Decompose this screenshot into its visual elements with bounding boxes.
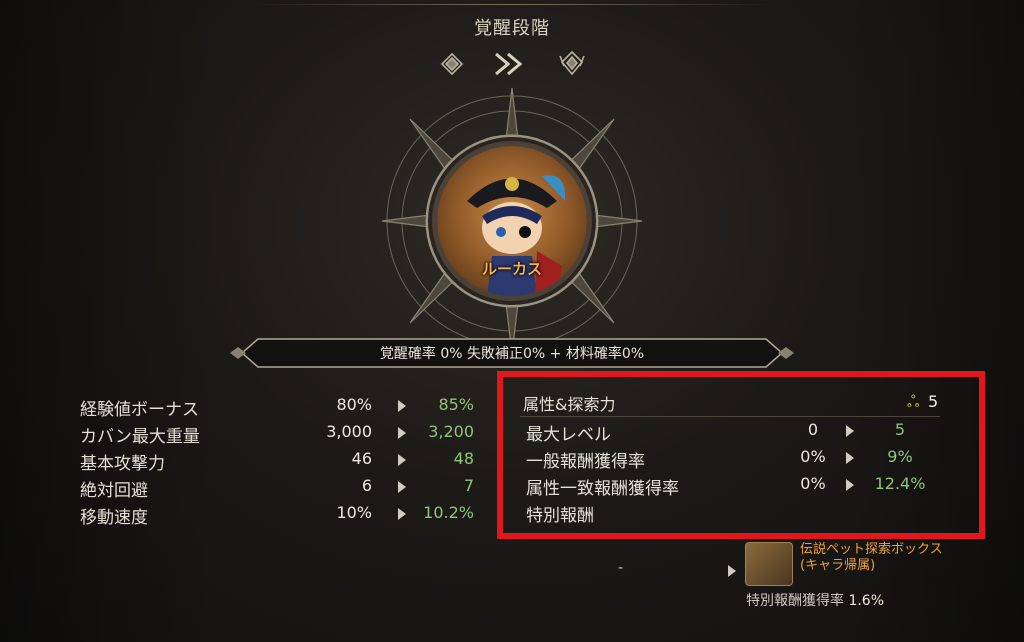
arrow-right-icon (398, 400, 406, 412)
stat-label: 基本攻撃力 (80, 454, 165, 474)
attr-next-value: 5 (894, 420, 906, 439)
attr-current-value: 0% (800, 474, 826, 493)
stat-row-attack: 基本攻撃力 46 48 (80, 449, 480, 476)
arrow-right-icon (398, 454, 406, 466)
stat-row-evasion: 絶対回避 6 7 (80, 476, 480, 503)
stat-next-value: 85% (438, 395, 474, 414)
reward-item-name-line2: (キャラ帰属) (800, 558, 876, 573)
stat-next-value: 7 (463, 476, 474, 495)
double-chevron-icon (495, 52, 523, 76)
stat-label: 移動速度 (80, 508, 148, 528)
attr-current-value: 0% (800, 447, 826, 466)
stat-row-exp-bonus: 経験値ボーナス 80% 85% (80, 395, 480, 422)
attribute-divider (520, 416, 940, 417)
stat-next-value: 3,200 (428, 422, 474, 441)
stat-label: 絶対回避 (80, 481, 148, 501)
reward-item-name[interactable]: 伝説ペット探索ボックス (キャラ帰属) (800, 542, 943, 574)
exploration-icon: ஃ (907, 392, 920, 411)
stat-label: カバン最大重量 (80, 427, 200, 447)
left-shadow (0, 0, 220, 642)
stat-list: 経験値ボーナス 80% 85% カバン最大重量 3,000 3,200 基本攻撃… (80, 395, 480, 530)
stat-label: 経験値ボーナス (80, 400, 199, 420)
stat-row-move-speed: 移動速度 10% 10.2% (80, 503, 480, 530)
page-title: 覚醒段階 (474, 18, 550, 39)
stage-next-icon (559, 50, 585, 76)
arrow-right-icon (846, 479, 854, 491)
stat-current-value: 46 (351, 449, 372, 468)
reward-item-name-line1: 伝説ペット探索ボックス (800, 542, 943, 557)
character-name: ルーカス (481, 260, 542, 278)
reward-current-value: - (618, 560, 624, 576)
exploration-count: 5 (928, 392, 939, 411)
arrow-right-icon (728, 565, 736, 577)
arrow-right-icon (846, 452, 854, 464)
attr-row-special-reward: 特別報酬 (526, 501, 946, 528)
stat-current-value: 80% (336, 395, 372, 414)
arrow-right-icon (398, 481, 406, 493)
attribute-list: 最大レベル 0 5 一般報酬獲得率 0% 9% 属性一致報酬獲得率 0% 12.… (526, 420, 946, 528)
reward-rate-label: 特別報酬獲得率 (746, 593, 844, 609)
attr-row-general-reward: 一般報酬獲得率 0% 9% (526, 447, 946, 474)
stat-current-value: 6 (361, 476, 372, 495)
stat-row-bag-weight: カバン最大重量 3,000 3,200 (80, 422, 480, 449)
attr-current-value: 0 (807, 420, 819, 439)
attr-row-matching-reward: 属性一致報酬獲得率 0% 12.4% (526, 474, 946, 501)
probability-text: 覚醒確率 0% 失敗補正0% + 材料確率0% (379, 346, 645, 362)
treasure-chest-icon[interactable] (745, 542, 793, 586)
attribute-header: 属性&探索力 (523, 395, 616, 414)
attr-next-value: 12.4% (874, 474, 926, 493)
arrow-right-icon (398, 508, 406, 520)
attr-next-value: 9% (887, 447, 913, 466)
arrow-right-icon (398, 427, 406, 439)
stat-current-value: 10% (336, 503, 372, 522)
attr-label: 最大レベル (526, 425, 611, 445)
stat-next-value: 48 (453, 449, 474, 468)
stat-current-value: 3,000 (326, 422, 372, 441)
top-divider (250, 4, 774, 5)
reward-rate: 特別報酬獲得率 1.6% (746, 590, 884, 610)
attr-label: 属性一致報酬獲得率 (526, 479, 679, 499)
stage-indicator (440, 50, 585, 76)
stat-next-value: 10.2% (423, 503, 474, 522)
attr-label: 一般報酬獲得率 (526, 452, 645, 472)
reward-rate-value: 1.6% (848, 593, 885, 609)
stage-current-icon (440, 52, 464, 76)
attr-row-max-level: 最大レベル 0 5 (526, 420, 946, 447)
arrow-right-icon (846, 425, 854, 437)
special-reward-label: 特別報酬 (526, 506, 594, 526)
